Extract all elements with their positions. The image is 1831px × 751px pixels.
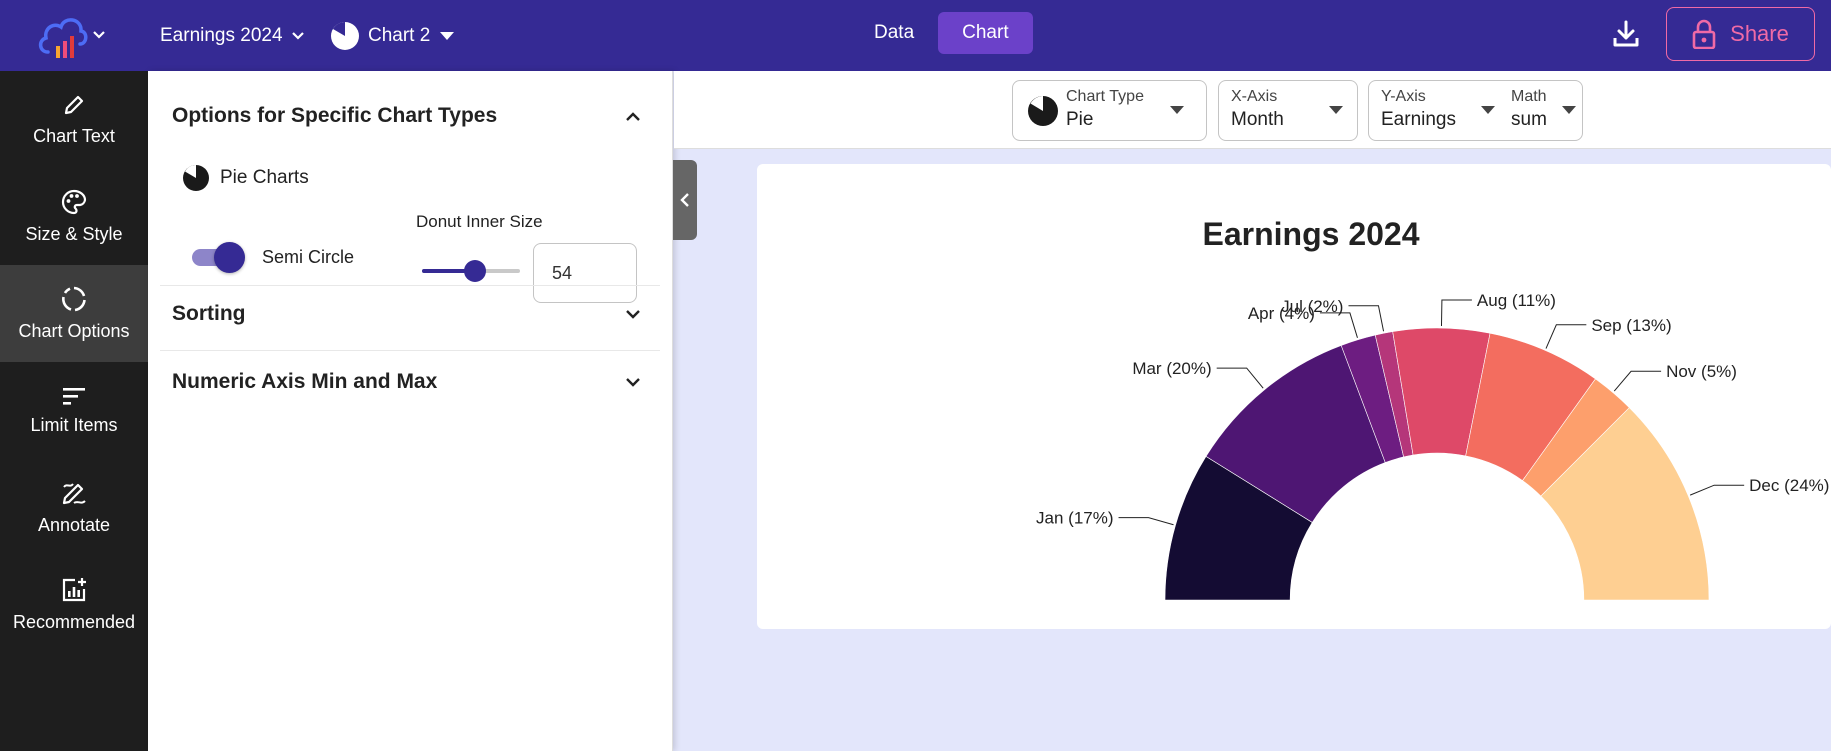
slice-label-connector (1440, 299, 1472, 327)
semi-donut-chart: Jan (17%)Mar (20%)Apr (4%)Jul (2%) Aug (1… (1036, 291, 1829, 601)
slice-label-connector (1689, 484, 1745, 496)
slice-label-nov: Nov (5%) (1666, 362, 1737, 381)
slice-label-aug: Aug (11%) (1477, 291, 1556, 310)
slice-label-connector (1118, 517, 1174, 526)
slice-label-dec: Dec (24%) (1749, 476, 1829, 495)
slice-label-jul: Jul (2%) (1281, 297, 1343, 316)
slice-label-sep: Sep (13%) (1591, 316, 1671, 335)
slice-label-connector (1545, 324, 1587, 349)
slice-label-connector (1613, 370, 1662, 392)
slice-label-jan: Jan (17%) (1036, 509, 1113, 528)
slice-label-connector (1319, 312, 1358, 338)
slice-label-connector (1348, 305, 1385, 332)
slice-label-connector (1216, 367, 1264, 389)
slice-label-mar: Mar (20%) (1132, 359, 1211, 378)
